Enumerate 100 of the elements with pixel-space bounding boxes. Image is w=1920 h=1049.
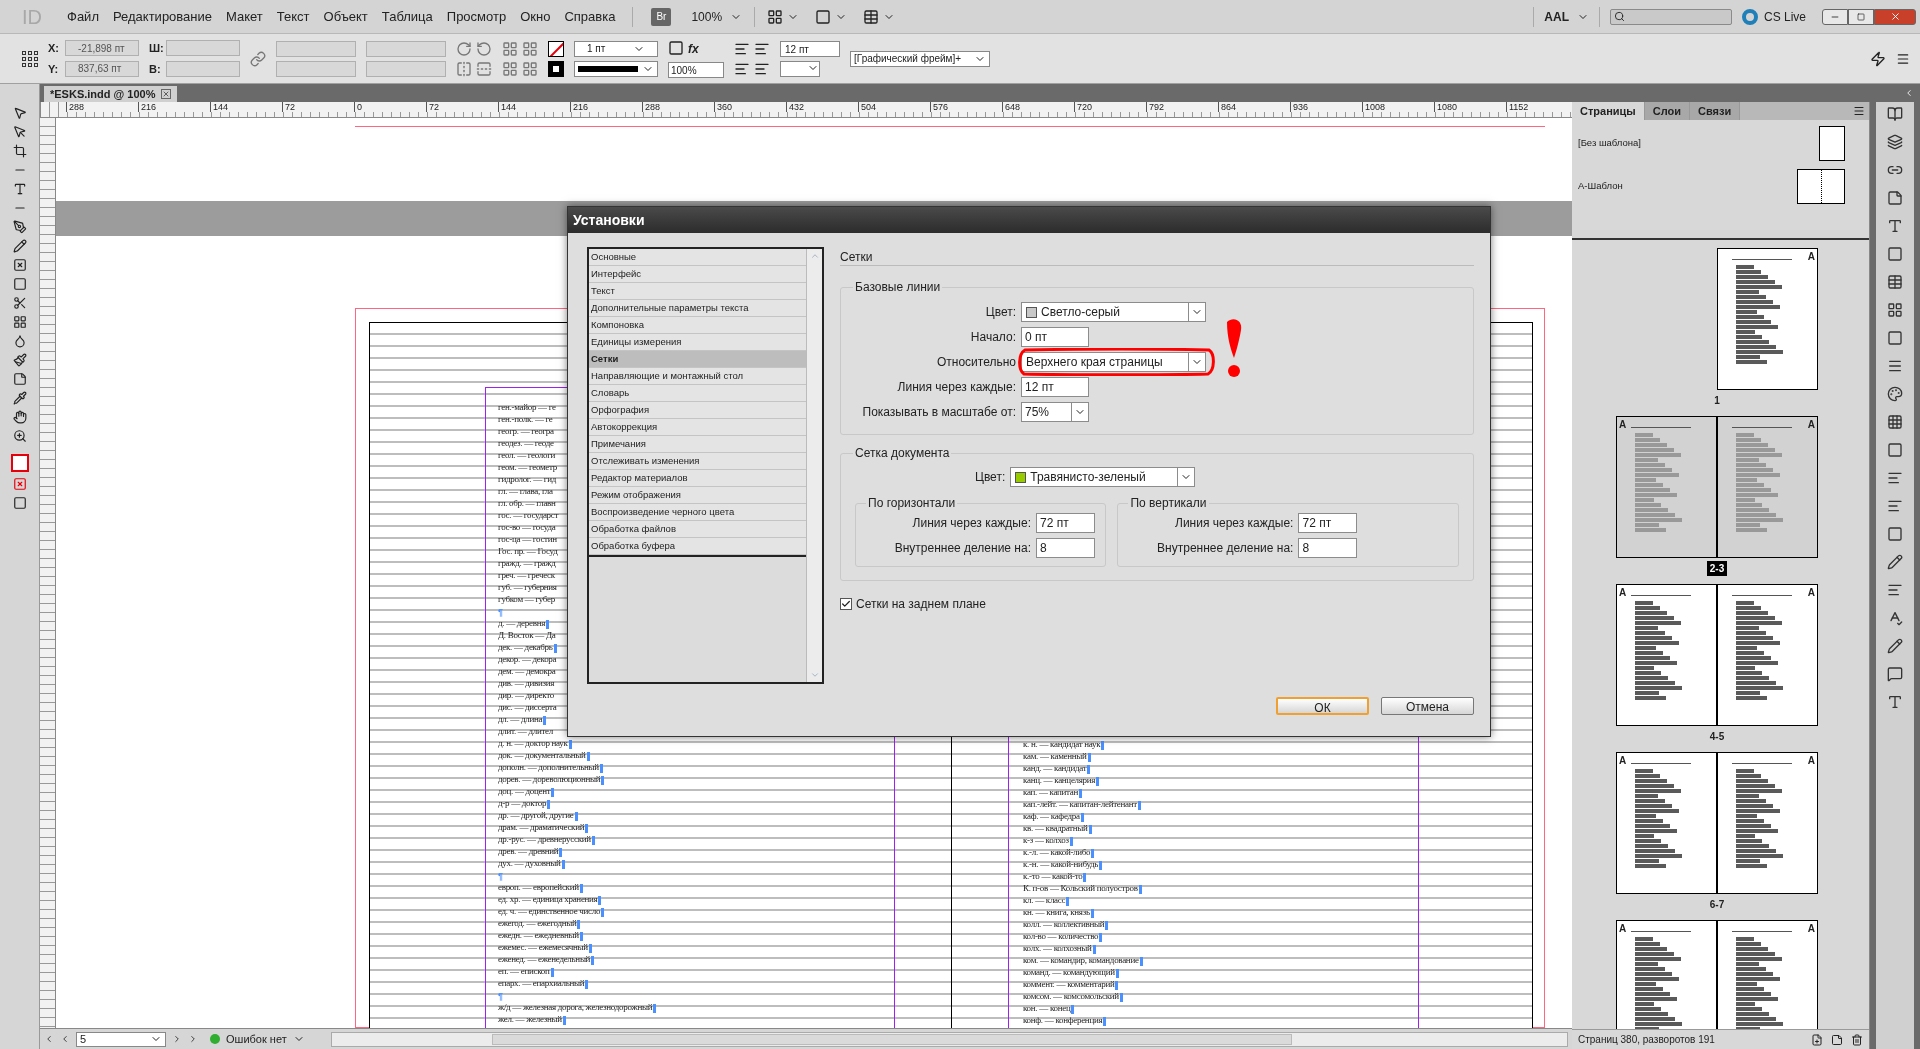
tool-icon[interactable]	[12, 296, 27, 310]
corner-dropdown[interactable]	[780, 60, 820, 77]
ok-button[interactable]: ОК	[1276, 697, 1369, 715]
restore-button[interactable]	[1848, 8, 1874, 25]
tool-icon[interactable]	[12, 315, 27, 329]
panel-icon[interactable]	[1887, 610, 1903, 626]
number-field[interactable]	[166, 60, 240, 77]
size-field[interactable]: 12 пт	[780, 40, 840, 57]
menu-item[interactable]: Макет	[219, 4, 270, 29]
category-item[interactable]: Сетки	[589, 351, 806, 368]
panel-icon[interactable]	[1887, 638, 1903, 654]
menu-item[interactable]: Справка	[557, 4, 623, 29]
panel-icon[interactable]	[1887, 330, 1903, 346]
tool-icon[interactable]	[12, 429, 27, 443]
panel-icon[interactable]	[1887, 694, 1903, 710]
page-thumbnail[interactable]: A	[1717, 248, 1818, 390]
category-item[interactable]: Словарь	[589, 385, 806, 402]
color-dropdown[interactable]: Травянисто-зеленый	[1010, 467, 1196, 487]
color-dropdown[interactable]: Светло-серый	[1021, 302, 1206, 322]
master-label[interactable]: А-Шаблон	[1578, 179, 1623, 194]
page-number-field[interactable]: 5	[76, 1031, 166, 1047]
number-field[interactable]	[166, 40, 240, 57]
workspace-dropdown[interactable]: AAL	[1544, 7, 1589, 26]
last-page-icon[interactable]	[188, 1034, 198, 1044]
tool-icon[interactable]	[12, 277, 27, 291]
collapse-icon[interactable]	[1904, 88, 1914, 98]
spread-label[interactable]: 4-5	[1706, 729, 1728, 744]
fill-swatch[interactable]	[548, 40, 564, 57]
document-tab[interactable]: *ESKS.indd @ 100%	[44, 86, 178, 102]
scale-field[interactable]	[276, 40, 356, 57]
spread-label[interactable]: 1	[1711, 393, 1723, 408]
panel-menu-icon[interactable]	[1853, 105, 1865, 117]
view-mode-icon[interactable]	[12, 496, 27, 510]
object-style-dropdown[interactable]: [Графический фрейм]+	[850, 50, 990, 67]
category-item[interactable]: Воспроизведение черного цвета	[589, 504, 806, 521]
cancel-button[interactable]: Отмена	[1381, 697, 1474, 715]
tool-icon[interactable]	[12, 410, 27, 424]
tool-icon[interactable]	[12, 258, 27, 272]
panel-icon[interactable]	[1887, 218, 1903, 234]
zoom-dropdown[interactable]: 100%	[691, 7, 743, 26]
panel-tab[interactable]: Страницы	[1572, 102, 1645, 120]
panel-icon[interactable]	[1887, 106, 1903, 122]
tool-icon[interactable]	[12, 353, 27, 367]
tool-icon[interactable]	[12, 125, 27, 139]
minimize-button[interactable]	[1822, 8, 1848, 25]
shear-field[interactable]	[366, 60, 446, 77]
page-thumbnail[interactable]: A	[1616, 584, 1717, 726]
none-swatch-icon[interactable]	[12, 477, 27, 491]
close-button[interactable]	[1874, 8, 1916, 25]
new-page-icon[interactable]	[1831, 1033, 1843, 1046]
panel-icon[interactable]	[1887, 554, 1903, 570]
panel-icon[interactable]	[1887, 498, 1903, 514]
category-item[interactable]: Компоновка	[589, 317, 806, 334]
page-thumbnail[interactable]: A	[1717, 584, 1818, 726]
panel-icon[interactable]	[1887, 442, 1903, 458]
panel-icon[interactable]	[1887, 470, 1903, 486]
page-thumbnail[interactable]: A	[1717, 920, 1818, 1029]
input-field[interactable]: 8	[1298, 538, 1358, 558]
menu-item[interactable]: Редактирование	[105, 4, 219, 29]
category-item[interactable]: Режим отображения	[589, 487, 806, 504]
panel-icon[interactable]	[1887, 358, 1903, 374]
effects-label[interactable]: fx	[688, 39, 699, 58]
panel-icon[interactable]	[1887, 246, 1903, 262]
page-thumbnail[interactable]: A	[1717, 416, 1818, 558]
input-field[interactable]: 0 пт	[1021, 327, 1089, 347]
stroke-swatch[interactable]	[548, 60, 564, 77]
stroke-weight-field[interactable]: 1 пт	[574, 40, 658, 57]
master-thumbnail[interactable]	[1797, 169, 1845, 204]
panel-icon[interactable]	[1887, 386, 1903, 402]
tool-icon[interactable]	[12, 334, 27, 348]
search-field[interactable]	[1609, 8, 1732, 25]
menu-item[interactable]: Окно	[513, 4, 558, 29]
panel-tab[interactable]: Слои	[1644, 102, 1690, 120]
panel-icon[interactable]	[1887, 666, 1903, 682]
category-item[interactable]: Автокоррекция	[589, 419, 806, 436]
category-item[interactable]: Редактор материалов	[589, 470, 806, 487]
page-thumbnail[interactable]: A	[1717, 752, 1818, 894]
category-item[interactable]: Основные	[589, 249, 806, 266]
zoom-combo[interactable]: 75%	[1021, 402, 1089, 422]
tool-icon[interactable]	[12, 144, 27, 158]
panel-icon[interactable]	[1887, 302, 1903, 318]
page-thumbnail[interactable]: A	[1616, 416, 1717, 558]
category-item[interactable]: Направляющие и монтажный стол	[589, 368, 806, 385]
category-item[interactable]: Дополнительные параметры текста	[589, 300, 806, 317]
menu-item[interactable]: Просмотр	[439, 4, 514, 29]
tool-icon[interactable]	[12, 106, 27, 120]
page-size-icon[interactable]	[1811, 1033, 1823, 1046]
checkbox[interactable]	[840, 598, 852, 610]
previous-page-icon[interactable]	[60, 1034, 70, 1044]
cs-live-button[interactable]: CS Live	[1763, 7, 1806, 26]
reference-dropdown[interactable]: Верхнего края страницы	[1021, 352, 1206, 372]
scale-field[interactable]	[276, 60, 356, 77]
panel-icon[interactable]	[1887, 582, 1903, 598]
panel-icon[interactable]	[1887, 414, 1903, 430]
spread-label[interactable]: 6-7	[1706, 897, 1728, 912]
view-options-button[interactable]	[767, 8, 800, 25]
page-thumbnail[interactable]: A	[1616, 752, 1717, 894]
tool-icon[interactable]	[12, 239, 27, 253]
screen-mode-button[interactable]	[815, 8, 848, 25]
horizontal-scrollbar[interactable]	[330, 1031, 1568, 1047]
